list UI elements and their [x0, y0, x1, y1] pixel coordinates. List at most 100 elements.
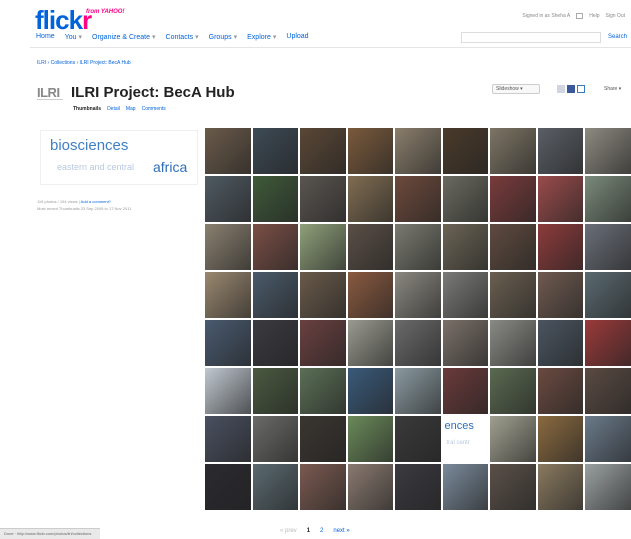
photo-thumbnail[interactable]: [395, 224, 441, 270]
photo-thumbnail[interactable]: [395, 416, 441, 462]
blog-icon[interactable]: [557, 85, 565, 93]
photo-thumbnail[interactable]: [347, 320, 393, 366]
photo-thumbnail[interactable]: [252, 176, 298, 222]
photo-thumbnail[interactable]: [585, 368, 631, 414]
photo-thumbnail[interactable]: [537, 416, 583, 462]
next-page[interactable]: next »: [333, 528, 349, 534]
breadcrumb[interactable]: ILRI › Collections › ILRI Project: BecA …: [37, 60, 131, 66]
nav-home[interactable]: Home: [36, 33, 55, 41]
photo-thumbnail[interactable]: [442, 272, 488, 318]
flickr-logo[interactable]: flickr: [35, 6, 92, 34]
photo-thumbnail[interactable]: [490, 320, 536, 366]
nav-organize[interactable]: Organize & Create ▾: [92, 33, 156, 41]
photo-thumbnail[interactable]: [347, 176, 393, 222]
search-button[interactable]: Search: [608, 34, 627, 40]
photo-thumbnail[interactable]: [490, 464, 536, 510]
sign-out-link[interactable]: Sign Out: [606, 13, 625, 19]
slideshow-button[interactable]: Slideshow ▾: [492, 84, 540, 94]
photo-thumbnail[interactable]: [537, 272, 583, 318]
tab-thumbnails[interactable]: Thumbnails: [73, 106, 101, 112]
tab-comments[interactable]: Comments: [142, 106, 166, 112]
photo-thumbnail[interactable]: [395, 128, 441, 174]
photo-thumbnail[interactable]: [537, 128, 583, 174]
photo-thumbnail[interactable]: [252, 320, 298, 366]
nav-upload[interactable]: Upload: [286, 33, 308, 41]
photo-thumbnail[interactable]: [252, 224, 298, 270]
photo-thumbnail[interactable]: [300, 272, 346, 318]
nav-contacts[interactable]: Contacts ▾: [166, 33, 199, 41]
photo-thumbnail[interactable]: [585, 176, 631, 222]
photo-thumbnail[interactable]: [205, 368, 251, 414]
photo-thumbnail[interactable]: [585, 416, 631, 462]
photo-thumbnail[interactable]: [205, 416, 251, 462]
photo-thumbnail[interactable]: [300, 368, 346, 414]
tab-map[interactable]: Map: [126, 106, 136, 112]
photo-thumbnail[interactable]: [537, 320, 583, 366]
prev-page[interactable]: « prev: [280, 528, 297, 534]
share-menu[interactable]: Share ▾: [604, 86, 621, 92]
photo-thumbnail[interactable]: [490, 224, 536, 270]
email-icon[interactable]: [577, 85, 585, 93]
photo-thumbnail[interactable]: [442, 224, 488, 270]
photo-thumbnail[interactable]: [347, 464, 393, 510]
search-input[interactable]: [461, 32, 601, 43]
photo-thumbnail[interactable]: [205, 176, 251, 222]
add-comment-link[interactable]: Add a comment?: [81, 199, 111, 204]
photo-thumbnail[interactable]: [347, 224, 393, 270]
photo-thumbnail[interactable]: [252, 128, 298, 174]
owner-logo[interactable]: ILRI: [37, 85, 60, 100]
photo-thumbnail[interactable]: ences tral centr: [442, 416, 488, 462]
photo-thumbnail[interactable]: [537, 464, 583, 510]
photo-thumbnail[interactable]: [205, 224, 251, 270]
photo-thumbnail[interactable]: [300, 416, 346, 462]
photo-thumbnail[interactable]: [252, 464, 298, 510]
photo-thumbnail[interactable]: [490, 416, 536, 462]
page-1[interactable]: 1: [307, 528, 310, 534]
nav-you[interactable]: You ▾: [65, 33, 82, 41]
page-2[interactable]: 2: [320, 528, 323, 534]
photo-thumbnail[interactable]: [490, 272, 536, 318]
photo-thumbnail[interactable]: [537, 176, 583, 222]
photo-thumbnail[interactable]: [300, 320, 346, 366]
photo-thumbnail[interactable]: [442, 176, 488, 222]
photo-thumbnail[interactable]: [347, 272, 393, 318]
photo-thumbnail[interactable]: [347, 368, 393, 414]
photo-thumbnail[interactable]: [252, 368, 298, 414]
photo-thumbnail[interactable]: [395, 272, 441, 318]
signed-in-text[interactable]: Signed in as Sheha A: [522, 13, 570, 19]
photo-thumbnail[interactable]: [490, 128, 536, 174]
photo-thumbnail[interactable]: [395, 464, 441, 510]
photo-thumbnail[interactable]: [585, 320, 631, 366]
photo-thumbnail[interactable]: [205, 320, 251, 366]
photo-thumbnail[interactable]: [585, 224, 631, 270]
photo-thumbnail[interactable]: [585, 464, 631, 510]
photo-thumbnail[interactable]: [442, 320, 488, 366]
photo-thumbnail[interactable]: [442, 368, 488, 414]
photo-thumbnail[interactable]: [490, 176, 536, 222]
photo-thumbnail[interactable]: [442, 464, 488, 510]
photo-thumbnail[interactable]: [395, 176, 441, 222]
facebook-icon[interactable]: [567, 85, 575, 93]
photo-thumbnail[interactable]: [395, 368, 441, 414]
photo-thumbnail[interactable]: [347, 128, 393, 174]
photo-thumbnail[interactable]: [300, 128, 346, 174]
photo-thumbnail[interactable]: [490, 368, 536, 414]
photo-thumbnail[interactable]: [205, 128, 251, 174]
photo-thumbnail[interactable]: [300, 464, 346, 510]
photo-thumbnail[interactable]: [205, 272, 251, 318]
photo-thumbnail[interactable]: [252, 416, 298, 462]
photo-thumbnail[interactable]: [395, 320, 441, 366]
nav-explore[interactable]: Explore ▾: [247, 33, 276, 41]
photo-thumbnail[interactable]: [442, 128, 488, 174]
photo-thumbnail[interactable]: [300, 176, 346, 222]
photo-thumbnail[interactable]: [537, 368, 583, 414]
tab-detail[interactable]: Detail: [107, 106, 120, 112]
mail-icon[interactable]: [576, 13, 584, 19]
photo-thumbnail[interactable]: [537, 224, 583, 270]
photo-thumbnail[interactable]: [585, 128, 631, 174]
photo-thumbnail[interactable]: [252, 272, 298, 318]
photo-thumbnail[interactable]: [347, 416, 393, 462]
nav-groups[interactable]: Groups ▾: [209, 33, 237, 41]
photo-thumbnail[interactable]: [300, 224, 346, 270]
help-link[interactable]: Help: [589, 13, 599, 19]
